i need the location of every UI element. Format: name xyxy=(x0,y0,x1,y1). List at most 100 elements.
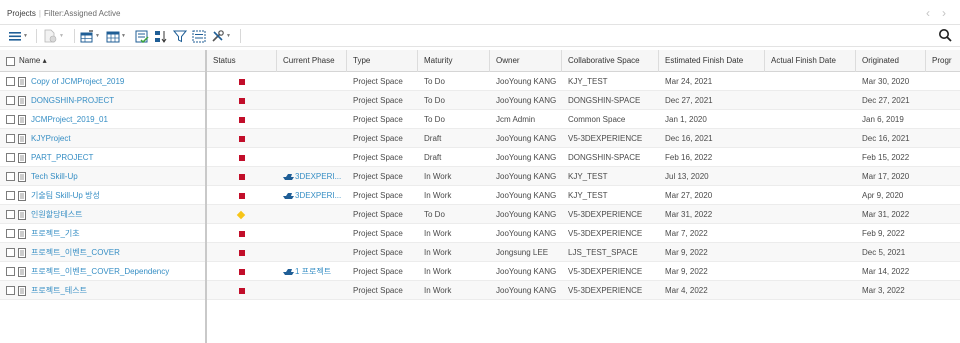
column-header-collaborative-space[interactable]: Collaborative Space xyxy=(562,50,659,72)
type-cell: Project Space xyxy=(353,191,403,200)
column-header-name[interactable]: Name ▴ xyxy=(13,50,205,72)
row-checkbox[interactable] xyxy=(6,115,15,124)
column-header-type[interactable]: Type xyxy=(347,50,418,72)
menu-button[interactable]: ▼ xyxy=(8,28,28,44)
project-name-link[interactable]: PART_PROJECT xyxy=(31,148,93,167)
column-header-current-phase[interactable]: Current Phase xyxy=(277,50,347,72)
select-all-button[interactable] xyxy=(192,28,206,44)
edit-table-button[interactable]: ▼ xyxy=(80,28,100,44)
row-checkbox[interactable] xyxy=(6,210,15,219)
row-checkbox[interactable] xyxy=(6,172,15,181)
current-phase-cell[interactable]: 3DEXPERI... xyxy=(277,186,347,205)
project-name-link[interactable]: 프로젝트_기초 xyxy=(31,224,80,243)
tools-button[interactable]: ▼ xyxy=(211,28,231,44)
table-row[interactable]: PART_PROJECT Project Space Draft JooYoung K… xyxy=(0,148,960,167)
new-document-button[interactable]: ▼ xyxy=(42,28,64,44)
project-space-icon xyxy=(18,228,26,239)
name-cell: JCMProject_2019_01 xyxy=(0,110,205,129)
checklist-button[interactable] xyxy=(135,28,149,44)
table-row[interactable]: JCMProject_2019_01 Project Space To Do Jcm … xyxy=(0,110,960,129)
search-button[interactable] xyxy=(938,28,952,44)
current-phase-cell[interactable]: 1 프로젝트 xyxy=(277,262,347,281)
column-header-estimated-finish-date[interactable]: Estimated Finish Date xyxy=(659,50,765,72)
maturity-cell: To Do xyxy=(424,77,445,86)
originated-cell: Apr 9, 2020 xyxy=(862,191,904,200)
sort-button[interactable] xyxy=(154,28,168,44)
name-cell: 프로젝트_이벤트_COVER_Dependency xyxy=(0,262,205,281)
status-indicator xyxy=(239,117,245,123)
estimated-finish-date-cell: Dec 27, 2021 xyxy=(665,96,713,105)
search-icon xyxy=(939,29,952,42)
status-indicator xyxy=(239,193,245,199)
name-cell: Tech Skill-Up xyxy=(0,167,205,186)
filter-label: Filter:Assigned Active xyxy=(43,9,121,18)
actual-finish-date-cell xyxy=(765,281,856,300)
toolbar: ▼ ▼ ▼ ▼ ▼ xyxy=(0,25,960,47)
project-name-link[interactable]: KJYProject xyxy=(31,129,71,148)
status-indicator xyxy=(239,79,245,85)
new-document-icon xyxy=(44,29,57,43)
row-checkbox[interactable] xyxy=(6,267,15,276)
current-phase-cell xyxy=(277,91,347,110)
name-cell: 인원할당테스트 xyxy=(0,205,205,224)
select-all-icon xyxy=(192,30,206,42)
next-page-button[interactable]: › xyxy=(942,6,946,20)
maturity-cell: To Do xyxy=(424,115,445,124)
type-cell: Project Space xyxy=(353,267,403,276)
checklist-icon xyxy=(135,30,149,43)
column-header-progress[interactable]: Progr xyxy=(926,50,960,72)
project-name-link[interactable]: DONGSHIN-PROJECT xyxy=(31,91,114,110)
current-phase-cell[interactable]: 3DEXPERI... xyxy=(277,167,347,186)
row-checkbox[interactable] xyxy=(6,286,15,295)
row-checkbox[interactable] xyxy=(6,153,15,162)
column-header-originated[interactable]: Originated xyxy=(856,50,926,72)
phase-label: 3DEXPERI... xyxy=(295,172,342,181)
owner-cell: Jongsung LEE xyxy=(496,248,549,257)
owner-cell: JooYoung KANG xyxy=(496,77,557,86)
project-name-link[interactable]: 프로젝트_이벤트_COVER_Dependency xyxy=(31,262,169,281)
column-header-maturity[interactable]: Maturity xyxy=(418,50,490,72)
column-header-status[interactable]: Status xyxy=(207,50,277,72)
table-row[interactable]: 기술팀 Skill-Up 방성 3DEXPERI... Project Space I… xyxy=(0,186,960,205)
owner-cell: JooYoung KANG xyxy=(496,286,557,295)
table-view-button[interactable]: ▼ xyxy=(106,28,126,44)
type-cell: Project Space xyxy=(353,153,403,162)
phase-gate-icon xyxy=(283,192,294,199)
row-checkbox[interactable] xyxy=(6,229,15,238)
row-checkbox[interactable] xyxy=(6,248,15,257)
prev-page-button[interactable]: ‹ xyxy=(926,6,930,20)
phase-label: 1 프로젝트 xyxy=(295,267,332,276)
table-row[interactable]: 인원할당테스트 Project Space To Do JooYoung KANG V5… xyxy=(0,205,960,224)
row-checkbox[interactable] xyxy=(6,96,15,105)
phase-gate-icon xyxy=(283,268,294,275)
column-header-owner[interactable]: Owner xyxy=(490,50,562,72)
status-indicator xyxy=(239,231,245,237)
maturity-cell: In Work xyxy=(424,172,452,181)
project-name-link[interactable]: Copy of JCMProject_2019 xyxy=(31,72,124,91)
project-name-link[interactable]: 프로젝트_테스트 xyxy=(31,281,87,300)
project-name-link[interactable]: 인원할당테스트 xyxy=(31,205,83,224)
table-row[interactable]: KJYProject Project Space Draft JooYoung KAN… xyxy=(0,129,960,148)
table-row[interactable]: 프로젝트_이벤트_COVER Project Space In Work Jongsu… xyxy=(0,243,960,262)
actual-finish-date-cell xyxy=(765,167,856,186)
title-bar: Projects | Filter:Assigned Active ‹ › xyxy=(0,0,960,25)
project-name-link[interactable]: 프로젝트_이벤트_COVER xyxy=(31,243,120,262)
collaborative-space-cell: KJY_TEST xyxy=(568,172,608,181)
frozen-column-divider[interactable] xyxy=(205,50,207,343)
table-row[interactable]: 프로젝트_테스트 Project Space In Work JooYoung KAN… xyxy=(0,281,960,300)
project-name-link[interactable]: JCMProject_2019_01 xyxy=(31,110,108,129)
row-checkbox[interactable] xyxy=(6,134,15,143)
table-row[interactable]: DONGSHIN-PROJECT Project Space To Do JooYou… xyxy=(0,91,960,110)
column-header-actual-finish-date[interactable]: Actual Finish Date xyxy=(765,50,856,72)
table-row[interactable]: 프로젝트_이벤트_COVER_Dependency 1 프로젝트 Project S… xyxy=(0,262,960,281)
filter-button[interactable] xyxy=(173,28,187,44)
table-row[interactable]: Copy of JCMProject_2019 Project Space To D… xyxy=(0,72,960,91)
originated-cell: Mar 3, 2022 xyxy=(862,286,905,295)
table-row[interactable]: Tech Skill-Up 3DEXPERI... Project Space In … xyxy=(0,167,960,186)
project-name-link[interactable]: Tech Skill-Up xyxy=(31,167,78,186)
table-row[interactable]: 프로젝트_기초 Project Space In Work JooYoung KANG… xyxy=(0,224,960,243)
project-name-link[interactable]: 기술팀 Skill-Up 방성 xyxy=(31,186,100,205)
row-checkbox[interactable] xyxy=(6,191,15,200)
status-indicator xyxy=(239,269,245,275)
row-checkbox[interactable] xyxy=(6,77,15,86)
